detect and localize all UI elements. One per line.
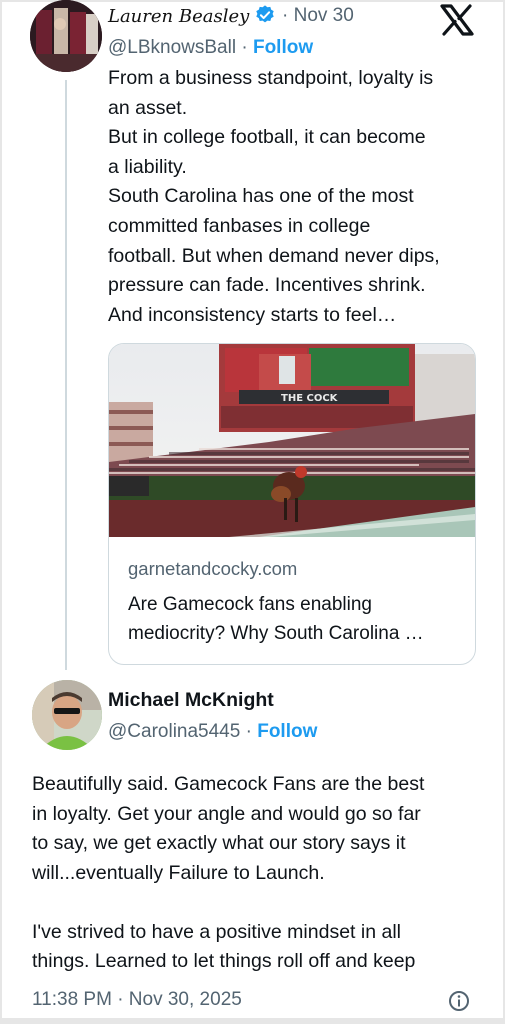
tweet-text-line: an asset. [108, 96, 188, 119]
tweet-text-line: But in college football, it can become [108, 126, 426, 149]
tweet-text-line: From a business standpoint, loyalty is [108, 67, 434, 89]
reply-text-line: I've strived to have a positive mindset … [32, 920, 401, 943]
reply-handle-separator: · [245, 721, 252, 742]
author-handle[interactable]: @LBknowsBall [108, 37, 236, 58]
link-title[interactable]: Are Gamecock fans enabling mediocrity? W… [128, 590, 468, 648]
tweet-text-line: pressure can fade. Incentives shrink. [108, 274, 426, 297]
reply-author-avatar[interactable] [32, 680, 102, 750]
tweet-text-line: committed fanbases in college [108, 214, 371, 237]
reply-author-handle[interactable]: @Carolina5445 [108, 721, 240, 742]
tweet-date[interactable]: · Nov 30 [282, 5, 354, 27]
reply-handle-row: @Carolina5445 · Follow [108, 721, 317, 743]
reply-follow-button[interactable]: Follow [257, 721, 317, 742]
author-handle-row: @LBknowsBall · Follow [108, 37, 313, 59]
reply-text-line: will...eventually Failure to Launch. [32, 861, 325, 884]
reply-body: Beautifully said. Gamecock Fans are the … [32, 770, 477, 977]
link-preview-image: THE COCK [109, 344, 475, 537]
follow-button[interactable]: Follow [253, 37, 313, 58]
thread-connector-line [65, 80, 67, 670]
handle-separator: · [241, 37, 248, 58]
link-preview-card[interactable]: THE COCK garnetandcocky.com Are Gamecock… [108, 343, 476, 665]
tweet-date-text[interactable]: Nov 30 [294, 5, 354, 26]
tweet-body: From a business standpoint, loyalty is a… [108, 64, 488, 330]
tweet-text-line: And inconsistency starts to feel… [108, 303, 397, 326]
reply-text-line: in loyalty. Get your angle and would go … [32, 802, 421, 825]
reply-author-name[interactable]: Michael McKnight [108, 689, 274, 712]
tweet-text-line: football. But when demand never dips, [108, 244, 440, 267]
reply-timestamp[interactable]: 11:38 PM · Nov 30, 2025 [32, 989, 242, 1011]
tweet-text-line: a liability. [108, 155, 187, 178]
frame-border-bottom [0, 1018, 505, 1024]
info-icon[interactable] [448, 990, 470, 1012]
author-avatar[interactable] [30, 0, 102, 72]
verified-badge-icon [256, 5, 274, 23]
link-title-line: mediocrity? Why South Carolina … [128, 623, 424, 644]
frame-border-left [0, 0, 2, 1024]
reply-text-line: things. Learned to let things roll off a… [32, 950, 416, 972]
tweet-text-line: South Carolina has one of the most [108, 185, 414, 208]
reply-text-line [32, 888, 477, 918]
scoreboard-text: THE COCK [281, 393, 339, 404]
author-name[interactable]: Lauren Beasley [108, 6, 249, 27]
link-title-line: Are Gamecock fans enabling [128, 594, 372, 615]
link-domain[interactable]: garnetandcocky.com [128, 558, 297, 580]
reply-text-line: to say, we get exactly what our story sa… [32, 832, 406, 854]
x-logo-icon[interactable] [440, 4, 474, 36]
reply-text-line: Beautifully said. Gamecock Fans are the … [32, 773, 425, 795]
